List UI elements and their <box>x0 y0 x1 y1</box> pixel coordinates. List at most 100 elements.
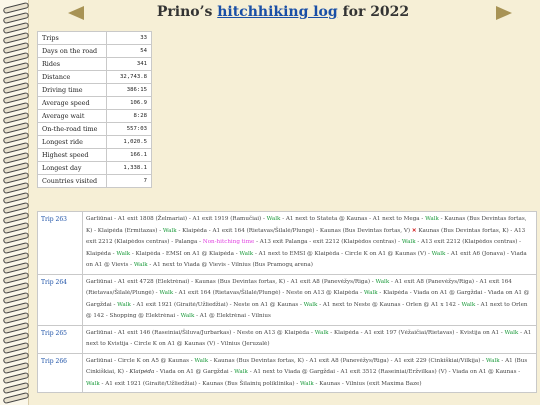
trip-route-cell: Garliūnai - A1 exit 4728 (Elektrėnai) - … <box>82 273 537 326</box>
walk-label: Walk <box>425 216 439 222</box>
trip-row: Trip 265 Garliūnai - A1 exit 146 (Raseini… <box>37 324 537 354</box>
trip-link[interactable]: Trip 263 <box>41 216 67 223</box>
walk-label: Walk <box>485 357 500 364</box>
walk-label: Walk <box>133 262 148 268</box>
stat-label: Highest speed <box>37 148 107 162</box>
stats-row: Longest ride 1,020.5 <box>37 135 152 149</box>
stat-value: 1,338.1 <box>106 161 152 175</box>
walk-label: Walk <box>401 239 416 245</box>
walk-label: Walk <box>194 357 209 364</box>
stat-label: Rides <box>37 57 107 71</box>
walk-label: Walk <box>159 290 174 296</box>
route-segment: - A1 next to Viada @ Gargždai - A1 exit … <box>247 369 521 375</box>
trip-row: Trip 263 Garliūnai - A1 exit 1808 (Želmar… <box>37 211 537 275</box>
trip-route-cell: Garliūnai - Circle K on A5 @ Kaunas - Wa… <box>82 352 537 393</box>
walk-label: Walk <box>86 380 100 387</box>
route-segment: - A1 next to Viada @ Vievis - Vilnius (B… <box>147 262 313 268</box>
title-prefix: Prino’s <box>156 4 213 20</box>
stats-row: Countries visited 7 <box>37 174 152 188</box>
stat-value: 33 <box>106 31 152 45</box>
route-segment: - Kaunas (Bus Devintas fortas, K) - A1 e… <box>208 357 486 364</box>
stats-row: Highest speed 166.1 <box>37 148 152 162</box>
route-segment: Garliūnai - A1 exit 1808 (Želmariai) - A… <box>86 216 267 222</box>
route-segment: Garliūnai - A1 exit 4728 (Elektrėnai) - … <box>86 278 376 285</box>
route-segment: - A1 next to Stateta @ Kaunas - A1 next … <box>280 216 426 222</box>
stat-label: Driving time <box>37 83 107 97</box>
stats-row: On-the-road time 557:03 <box>37 122 152 136</box>
stats-row: Average wait 8:28 <box>37 109 152 123</box>
route-segment: - A1 exit 164 (Rietavas/Šilalė/Plungė) -… <box>173 290 364 296</box>
stat-value: 106.9 <box>106 96 152 110</box>
route-segment: - Viada on A1 @ Gargždai - <box>154 369 235 375</box>
route-segment: - A1 exit 1921 (Giraitė/Užliedžiai) - Ne… <box>130 301 304 308</box>
route-segment: - A1 @ Elektrėnai - Vilnius <box>194 313 271 319</box>
stat-label: Average speed <box>37 96 107 110</box>
walk-label: Walk <box>504 329 519 336</box>
route-segment: - Klaipėda - A1 exit 197 (Vėžaičiai/Riet… <box>328 329 505 336</box>
stats-row: Driving time 386:15 <box>37 83 152 97</box>
trip-link[interactable]: Trip 265 <box>41 330 67 337</box>
non-hitching-label: Non-hitching time <box>202 239 255 245</box>
stat-value: 386:15 <box>106 83 152 97</box>
route-segment: - A13 exit Palanga - exit 2212 (Klaipėdo… <box>254 239 402 245</box>
trips-table: Trip 263 Garliūnai - A1 exit 1808 (Želmar… <box>37 211 537 393</box>
stat-label: Days on the road <box>37 44 107 58</box>
stat-value: 557:03 <box>106 122 152 136</box>
stat-value: 7 <box>106 174 152 188</box>
trip-route-cell: Garliūnai - A1 exit 1808 (Želmariai) - A… <box>82 211 537 275</box>
stat-label: Average wait <box>37 109 107 123</box>
walk-label: Walk <box>314 329 329 336</box>
stat-label: Trips <box>37 31 107 45</box>
stats-row: Trips 33 <box>37 31 152 45</box>
stats-table: Trips 33 Days on the road 54 Rides 341 Distanc… <box>37 31 152 188</box>
log-page: Prino’s hitchhiking log for 2022 Trips 33… <box>32 0 540 405</box>
trip-link[interactable]: Trip 266 <box>41 358 67 365</box>
stat-label: Countries visited <box>37 174 107 188</box>
stat-value: 54 <box>106 44 152 58</box>
stats-row: Rides 341 <box>37 57 152 71</box>
stats-row: Days on the road 54 <box>37 44 152 58</box>
walk-label: Walk <box>234 369 248 375</box>
stat-value: 166.1 <box>106 148 152 162</box>
stat-value: 8:28 <box>106 109 152 123</box>
route-segment: Klaipėda <box>129 369 155 375</box>
trip-id-cell: Trip 265 <box>37 324 83 354</box>
stats-row: Longest day 1,338.1 <box>37 161 152 175</box>
walk-label: Walk <box>180 313 195 319</box>
route-segment: - A1 exit 1921 (Giraitė/Užliedžiai) - Ka… <box>99 380 300 387</box>
stats-row: Average speed 106.9 <box>37 96 152 110</box>
route-segment: Garliūnai - Circle K on A5 @ Kaunas - <box>86 357 195 364</box>
route-segment: - Kaunas - Vilnius (exit Maxima Baze) <box>313 380 422 387</box>
stat-label: Longest ride <box>37 135 107 149</box>
walk-label: Walk <box>431 250 446 257</box>
trip-id-cell: Trip 266 <box>37 352 83 393</box>
trip-id-cell: Trip 264 <box>37 273 83 326</box>
walk-label: Walk <box>162 227 177 234</box>
binding-ring <box>2 391 30 405</box>
spiral-binding <box>0 0 30 405</box>
walk-label: Walk <box>116 250 131 257</box>
walk-label: Walk <box>303 301 318 308</box>
route-segment: - Klaipėda - A1 exit 164 (Rietavas/Šilal… <box>176 227 412 234</box>
route-segment: Garliūnai - A1 exit 146 (Raseiniai/Šiluv… <box>86 329 315 336</box>
stat-value: 341 <box>106 57 152 71</box>
walk-label: Walk <box>266 216 281 222</box>
trip-row: Trip 264 Garliūnai - A1 exit 4728 (Elektr… <box>37 273 537 326</box>
hitchhiking-log-link[interactable]: hitchhiking log <box>217 4 337 20</box>
route-segment: - A1 next to Neste @ Kaunas - Orlen @ A1… <box>317 301 462 308</box>
walk-label: Walk <box>363 290 378 296</box>
stat-value: 32,743.8 <box>106 70 152 84</box>
route-segment: - A1 next to EMSI @ Klaipėda - Circle K … <box>253 250 432 257</box>
stats-row: Distance 32,743.8 <box>37 70 152 84</box>
next-year-arrow-icon[interactable] <box>496 6 512 20</box>
trip-link[interactable]: Trip 264 <box>41 279 67 286</box>
walk-label: Walk <box>300 380 314 387</box>
trip-route-cell: Garliūnai - A1 exit 146 (Raseiniai/Šiluv… <box>82 324 537 354</box>
page-title: Prino’s hitchhiking log for 2022 <box>32 4 534 26</box>
trip-row: Trip 266 Garliūnai - Circle K on A5 @ Kau… <box>37 352 537 393</box>
walk-label: Walk <box>375 278 390 285</box>
trip-id-cell: Trip 263 <box>37 211 83 275</box>
stat-label: On-the-road time <box>37 122 107 136</box>
stat-label: Longest day <box>37 161 107 175</box>
stat-value: 1,020.5 <box>106 135 152 149</box>
